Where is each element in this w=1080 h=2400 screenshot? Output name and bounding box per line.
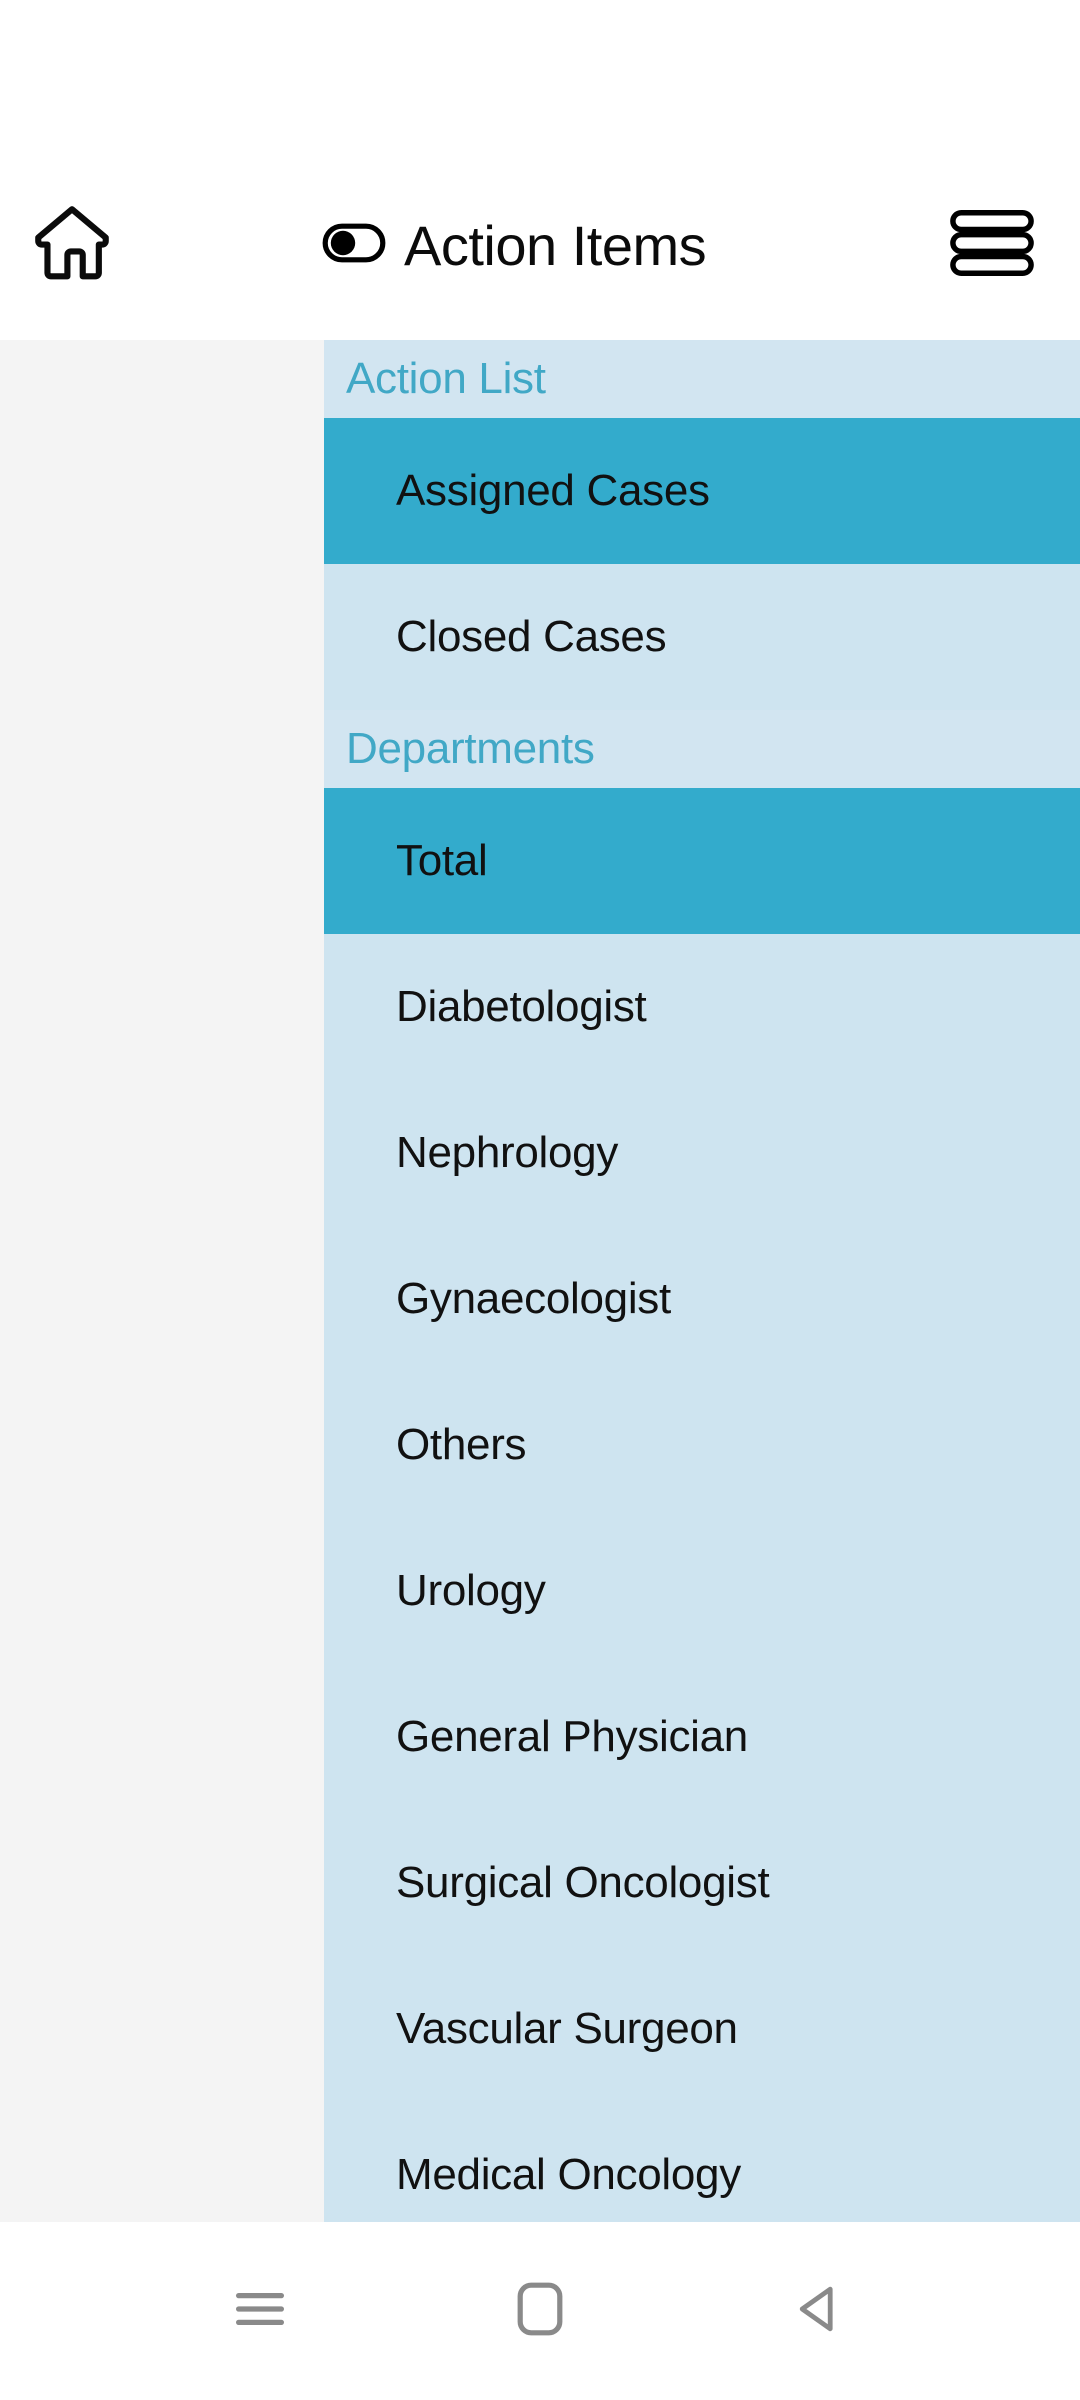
drawer-item-label: Surgical Oncologist [396, 1858, 770, 1907]
drawer-item-vascular-surgeon[interactable]: Vascular Surgeon [324, 1956, 1080, 2102]
recents-button[interactable] [200, 2251, 320, 2371]
drawer-item-assigned-cases[interactable]: Assigned Cases [324, 418, 1080, 564]
back-triangle-icon [793, 2282, 847, 2341]
hamburger-menu-button[interactable] [944, 197, 1040, 293]
drawer-item-diabetologist[interactable]: Diabetologist [324, 934, 1080, 1080]
back-button[interactable] [760, 2251, 880, 2371]
drawer-item-label: Total [396, 836, 488, 885]
hamburger-menu-icon [949, 207, 1035, 284]
section-header-action-list: Action List [324, 340, 1080, 418]
app-bar: Action Items [0, 150, 1080, 340]
app-screen: Action Items Action List Assigned Cases [0, 0, 1080, 2400]
home-icon [26, 197, 118, 294]
drawer-item-gynaecologist[interactable]: Gynaecologist [324, 1226, 1080, 1372]
drawer-item-label: Closed Cases [396, 612, 667, 661]
section-header-label: Action List [346, 354, 546, 403]
drawer-item-others[interactable]: Others [324, 1372, 1080, 1518]
drawer-item-label: Diabetologist [396, 982, 647, 1031]
drawer-item-label: Medical Oncology [396, 2150, 741, 2199]
drawer-item-medical-oncology[interactable]: Medical Oncology [324, 2102, 1080, 2222]
content-area: Action List Assigned Cases Closed Cases … [0, 340, 1080, 2222]
status-bar-spacer [0, 0, 1080, 150]
drawer-item-total[interactable]: Total [324, 788, 1080, 934]
home-nav-button[interactable] [480, 2251, 600, 2371]
navigation-drawer: Action List Assigned Cases Closed Cases … [324, 340, 1080, 2222]
section-header-departments: Departments [324, 710, 1080, 788]
drawer-item-label: Assigned Cases [396, 466, 710, 515]
drawer-item-label: Urology [396, 1566, 546, 1615]
drawer-item-label: Others [396, 1420, 527, 1469]
home-button[interactable] [22, 195, 122, 295]
drawer-item-label: Nephrology [396, 1128, 619, 1177]
recents-icon [234, 2289, 286, 2334]
drawer-item-general-physician[interactable]: General Physician [324, 1664, 1080, 1810]
android-navigation-bar [0, 2222, 1080, 2400]
drawer-item-surgical-oncologist[interactable]: Surgical Oncologist [324, 1810, 1080, 1956]
drawer-item-urology[interactable]: Urology [324, 1518, 1080, 1664]
drawer-item-closed-cases[interactable]: Closed Cases [324, 564, 1080, 710]
home-square-icon [517, 2282, 563, 2341]
page-title: Action Items [404, 213, 707, 277]
toggle-switch-icon[interactable] [322, 223, 386, 268]
section-header-label: Departments [346, 724, 595, 773]
app-bar-title-group: Action Items [322, 213, 707, 278]
drawer-item-nephrology[interactable]: Nephrology [324, 1080, 1080, 1226]
drawer-item-label: General Physician [396, 1712, 748, 1761]
drawer-item-label: Gynaecologist [396, 1274, 671, 1323]
drawer-scrim[interactable] [0, 340, 324, 2222]
drawer-item-label: Vascular Surgeon [396, 2004, 738, 2053]
